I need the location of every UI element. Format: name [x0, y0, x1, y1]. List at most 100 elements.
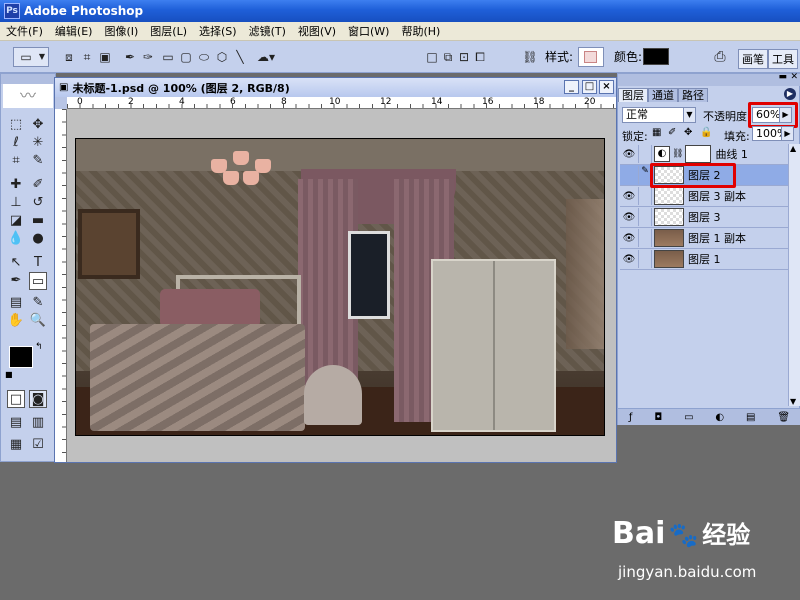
- shape-tool-icon[interactable]: ▭: [29, 272, 47, 290]
- lock-all-icon[interactable]: 🔒: [700, 127, 712, 138]
- layer-link-slot[interactable]: [638, 145, 652, 163]
- menu-layer[interactable]: 图层(L): [144, 23, 193, 39]
- history-brush-icon[interactable]: ↺: [29, 194, 47, 212]
- paths-icon[interactable]: ⌗: [78, 47, 96, 67]
- line-icon[interactable]: ╲: [232, 47, 248, 67]
- menu-window[interactable]: 窗口(W): [342, 23, 395, 39]
- style-picker[interactable]: [578, 47, 604, 67]
- pen-tool-icon[interactable]: ✒: [7, 272, 25, 290]
- intersect-area-icon[interactable]: ⊡: [456, 47, 472, 67]
- rectangle-shape-icon[interactable]: ▭: [160, 47, 176, 67]
- eye-icon[interactable]: 👁: [620, 212, 638, 223]
- menu-help[interactable]: 帮助(H): [395, 23, 446, 39]
- lock-position-icon[interactable]: ✥: [684, 127, 692, 138]
- screen-mode-icon[interactable]: ▤: [7, 414, 25, 432]
- close-button[interactable]: ×: [599, 80, 614, 94]
- lock-transparency-icon[interactable]: ▦: [652, 127, 661, 138]
- menu-select[interactable]: 选择(S): [193, 23, 243, 39]
- eye-icon[interactable]: 👁: [620, 149, 638, 160]
- quick-mask-icon[interactable]: ◙: [29, 390, 47, 408]
- new-set-icon[interactable]: ▭: [684, 412, 693, 423]
- layer-row-layer-1-copy[interactable]: 👁 图层 1 副本: [620, 228, 788, 249]
- layer-row-curves-1[interactable]: 👁 ◐ ⛓ 曲线 1: [620, 144, 788, 165]
- minimize-icon[interactable]: ▬: [778, 72, 787, 82]
- eye-icon[interactable]: 👁: [620, 233, 638, 244]
- feather-logo-icon[interactable]: 〰: [3, 84, 53, 108]
- foreground-color-swatch[interactable]: [9, 346, 33, 368]
- layer-link-slot[interactable]: [638, 208, 652, 226]
- document-titlebar[interactable]: ▣ 未标题-1.psd @ 100% (图层 2, RGB/8) _ □ ×: [55, 78, 616, 97]
- layer-row-layer-3-copy[interactable]: 👁 图层 3 副本: [620, 186, 788, 207]
- layer-row-layer-1[interactable]: 👁 图层 1: [620, 249, 788, 270]
- dodge-tool-icon[interactable]: ●: [29, 230, 47, 248]
- menu-view[interactable]: 视图(V): [292, 23, 342, 39]
- jump-icon[interactable]: ☑: [29, 436, 47, 454]
- path-selection-icon[interactable]: ↖: [7, 254, 25, 272]
- rounded-rectangle-icon[interactable]: ▢: [178, 47, 194, 67]
- palette-well-icon[interactable]: ⎙: [710, 47, 730, 67]
- layers-scrollbar[interactable]: ▲ ▼: [788, 144, 800, 406]
- slice-tool-icon[interactable]: ✎: [29, 152, 47, 170]
- full-screen-icon[interactable]: ▥: [29, 414, 47, 432]
- blur-tool-icon[interactable]: 💧: [7, 230, 25, 248]
- freeform-pen-icon[interactable]: ✑: [140, 47, 156, 67]
- pen-tool-icon[interactable]: ✒: [122, 47, 138, 67]
- hand-tool-icon[interactable]: ✋: [7, 312, 25, 330]
- add-style-icon[interactable]: ƒ: [629, 412, 633, 423]
- ellipse-icon[interactable]: ⬭: [196, 47, 212, 67]
- menu-edit[interactable]: 编辑(E): [49, 23, 99, 39]
- layer-link-slot[interactable]: [638, 229, 652, 247]
- bedroom-render-image[interactable]: [75, 138, 605, 436]
- brush-tool-icon[interactable]: ✐: [29, 176, 47, 194]
- trash-icon[interactable]: 🗑: [777, 412, 790, 423]
- add-area-icon[interactable]: □: [424, 47, 440, 67]
- color-swatch[interactable]: [643, 48, 669, 65]
- shape-layers-icon[interactable]: ⧈: [60, 47, 78, 67]
- menu-file[interactable]: 文件(F): [0, 23, 49, 39]
- dock-tab-tools[interactable]: 工具: [768, 49, 798, 69]
- subtract-area-icon[interactable]: ⧉: [440, 47, 456, 67]
- marquee-tool-icon[interactable]: ⬚: [7, 116, 25, 134]
- magic-wand-icon[interactable]: ✳: [29, 134, 47, 152]
- tool-preset-picker[interactable]: ▭ ▼: [13, 47, 49, 67]
- new-adjustment-icon[interactable]: ◐: [715, 412, 724, 423]
- fill-input[interactable]: 100% ▶: [752, 126, 794, 141]
- move-tool-icon[interactable]: ✥: [29, 116, 47, 134]
- eye-icon[interactable]: 👁: [620, 254, 638, 265]
- gradient-tool-icon[interactable]: ▬: [29, 212, 47, 230]
- imageready-icon[interactable]: ▦: [7, 436, 25, 454]
- close-icon[interactable]: ✕: [790, 72, 798, 82]
- blend-mode-select[interactable]: 正常 ▼: [622, 107, 696, 123]
- menu-filter[interactable]: 滤镜(T): [243, 23, 292, 39]
- default-colors-icon[interactable]: ■: [5, 370, 13, 379]
- notes-tool-icon[interactable]: ▤: [7, 294, 25, 312]
- lasso-tool-icon[interactable]: ℓ: [7, 134, 25, 152]
- menu-image[interactable]: 图像(I): [98, 23, 144, 39]
- fill-pixels-icon[interactable]: ▣: [96, 47, 114, 67]
- tab-paths[interactable]: 路径: [678, 88, 708, 102]
- tools-grip[interactable]: [1, 74, 55, 84]
- layer-link-slot[interactable]: [638, 250, 652, 268]
- eye-icon[interactable]: 👁: [620, 191, 638, 202]
- clone-stamp-icon[interactable]: ⊥: [7, 194, 25, 212]
- layer-link-slot[interactable]: [638, 187, 652, 205]
- maximize-button[interactable]: □: [582, 80, 597, 94]
- scroll-down-icon[interactable]: ▼: [790, 397, 796, 406]
- healing-brush-icon[interactable]: ✚: [7, 176, 25, 194]
- swap-colors-icon[interactable]: ↰: [35, 342, 43, 352]
- exclude-area-icon[interactable]: ⧠: [472, 47, 488, 67]
- lock-paint-icon[interactable]: ✐: [668, 127, 676, 138]
- zoom-tool-icon[interactable]: 🔍: [29, 312, 47, 330]
- tab-layers[interactable]: 图层: [618, 88, 648, 102]
- panel-grip[interactable]: ▬ ✕: [618, 72, 800, 86]
- layer-row-layer-3[interactable]: 👁 图层 3: [620, 207, 788, 228]
- tab-channels[interactable]: 通道: [648, 88, 678, 102]
- new-layer-icon[interactable]: ▤: [746, 412, 755, 423]
- add-mask-icon[interactable]: ◘: [654, 412, 662, 423]
- polygon-icon[interactable]: ⬡: [214, 47, 230, 67]
- eraser-tool-icon[interactable]: ◪: [7, 212, 25, 230]
- minimize-button[interactable]: _: [564, 80, 579, 94]
- link-chain-icon[interactable]: ⛓: [522, 47, 538, 67]
- scroll-up-icon[interactable]: ▲: [790, 144, 796, 153]
- panel-menu-icon[interactable]: ▶: [784, 88, 796, 100]
